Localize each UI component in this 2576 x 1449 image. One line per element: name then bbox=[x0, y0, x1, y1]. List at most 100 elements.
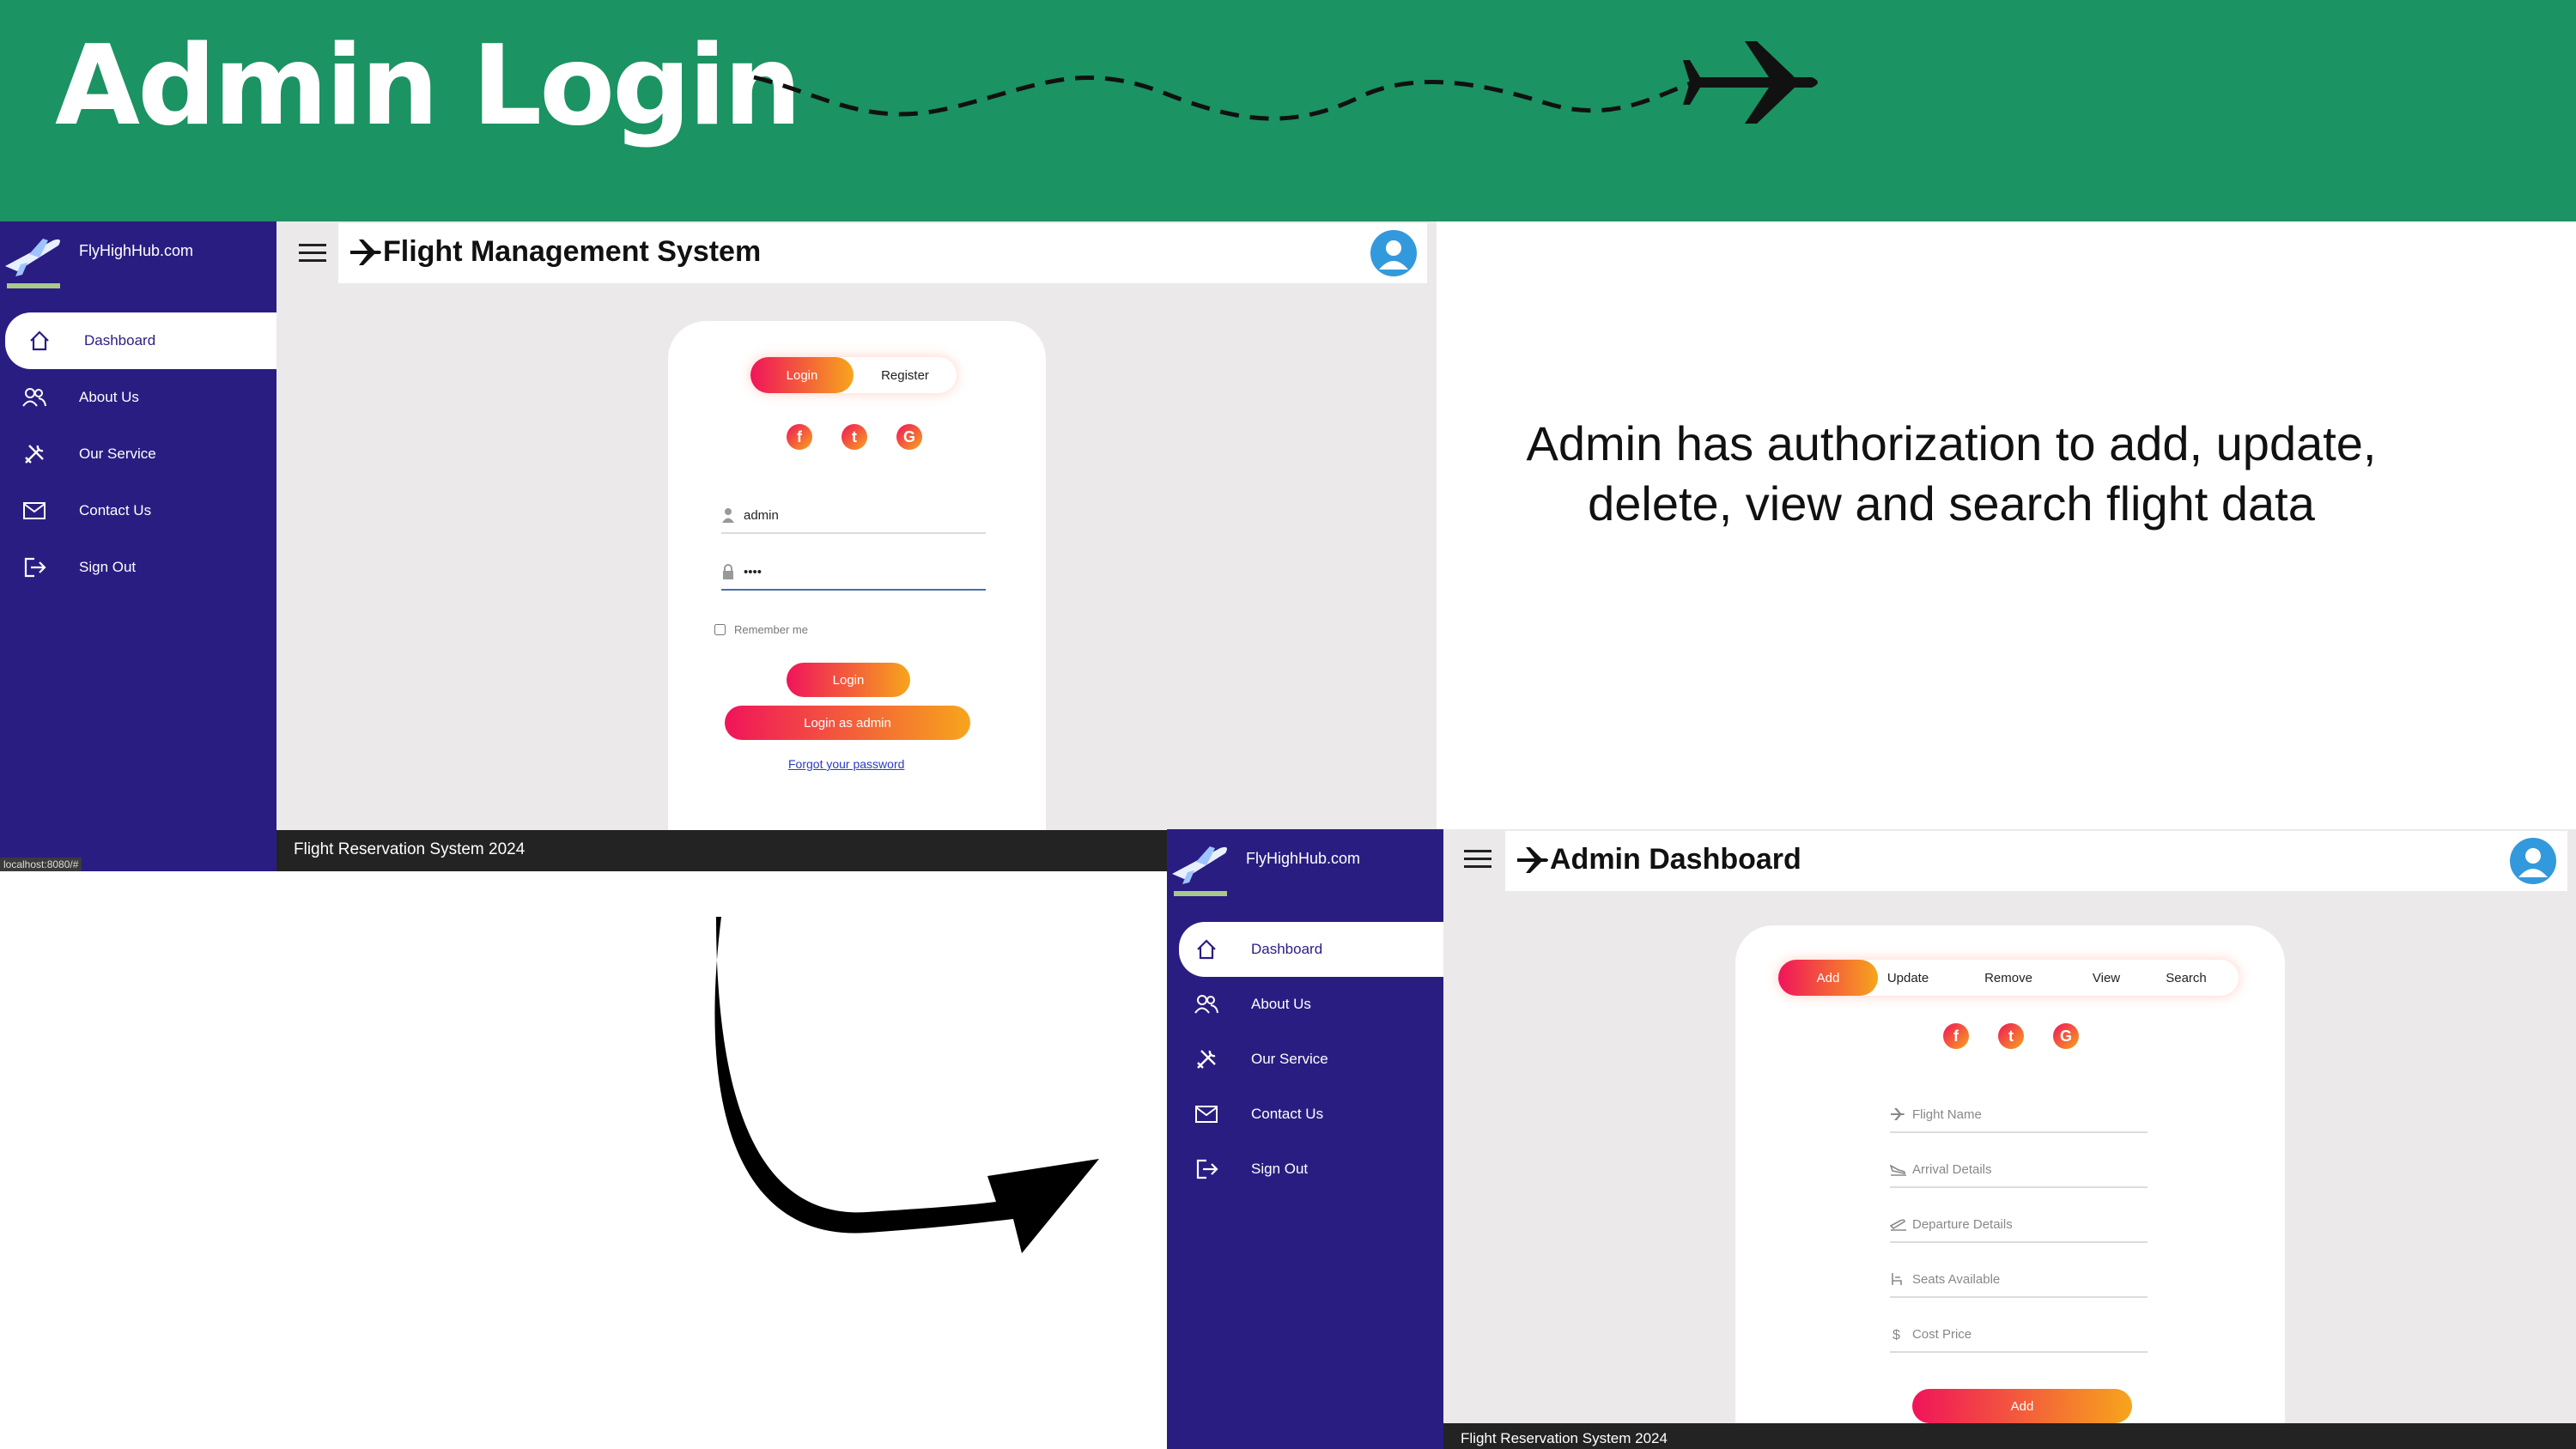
sidebar-item-label: Our Service bbox=[1251, 1051, 1328, 1067]
sidebar-item-label: Contact Us bbox=[1251, 1106, 1324, 1122]
cost-price-input[interactable] bbox=[1910, 1325, 2148, 1343]
username-input[interactable] bbox=[742, 506, 986, 524]
sidebar-item-label: Our Service bbox=[79, 446, 156, 462]
brand-name[interactable]: FlyHighHub.com bbox=[79, 242, 193, 260]
sidebar-item-about-us[interactable]: About Us bbox=[0, 369, 276, 426]
sidebar: FlyHighHub.com Dashboard About Us Our Se… bbox=[1167, 829, 1443, 1449]
brand-logo-icon bbox=[1172, 846, 1227, 896]
social-buttons: f t G bbox=[1943, 1023, 2108, 1049]
mail-icon bbox=[19, 501, 50, 520]
auth-tabs: Login Register bbox=[750, 357, 957, 393]
airplane-icon bbox=[1517, 846, 1548, 873]
mail-icon bbox=[1191, 1105, 1222, 1124]
sidebar-item-our-service[interactable]: Our Service bbox=[0, 426, 276, 482]
user-avatar-icon[interactable] bbox=[1370, 230, 1417, 276]
sidebar-nav: Dashboard About Us Our Service Contact U… bbox=[1167, 922, 1443, 1197]
arrival-details-field bbox=[1890, 1152, 2148, 1188]
svg-text:$: $ bbox=[1893, 1328, 1900, 1342]
sidebar-item-our-service[interactable]: Our Service bbox=[1167, 1032, 1443, 1087]
departure-details-input[interactable] bbox=[1911, 1216, 2148, 1233]
lock-icon bbox=[721, 564, 738, 579]
facebook-icon[interactable]: f bbox=[787, 424, 812, 450]
google-icon[interactable]: G bbox=[2053, 1023, 2079, 1049]
home-icon bbox=[24, 330, 55, 352]
brand-name[interactable]: FlyHighHub.com bbox=[1246, 850, 1360, 868]
top-bar: Flight Management System bbox=[338, 223, 1427, 283]
tab-update[interactable]: Update bbox=[1878, 960, 1938, 996]
sign-out-icon bbox=[1191, 1158, 1222, 1180]
seat-icon bbox=[1890, 1272, 1907, 1286]
sidebar-item-about-us[interactable]: About Us bbox=[1167, 977, 1443, 1032]
sidebar-item-label: Dashboard bbox=[1251, 941, 1323, 957]
tools-icon bbox=[19, 442, 50, 466]
sidebar-item-contact-us[interactable]: Contact Us bbox=[1167, 1087, 1443, 1142]
sidebar-item-sign-out[interactable]: Sign Out bbox=[1167, 1142, 1443, 1197]
plane-landing-icon bbox=[1890, 1162, 1907, 1176]
tab-login[interactable]: Login bbox=[750, 357, 854, 393]
slide-caption: Admin has authorization to add, update, … bbox=[1526, 416, 2377, 530]
users-icon bbox=[19, 387, 50, 408]
login-card: Login Register f t G Remember me Login L… bbox=[668, 321, 1046, 871]
home-icon bbox=[1191, 938, 1222, 961]
tab-search[interactable]: Search bbox=[2134, 960, 2239, 996]
google-icon[interactable]: G bbox=[896, 424, 922, 450]
app-title: Flight Management System bbox=[349, 235, 761, 269]
footer-text: Flight Reservation System 2024 bbox=[294, 840, 526, 858]
dollar-icon: $ bbox=[1890, 1326, 1907, 1342]
airplane-icon bbox=[1890, 1107, 1907, 1121]
menu-toggle-icon[interactable] bbox=[299, 244, 326, 264]
password-field bbox=[721, 555, 986, 591]
sidebar-item-dashboard[interactable]: Dashboard bbox=[1179, 922, 1443, 977]
flight-path-decoration bbox=[753, 41, 1818, 124]
user-icon bbox=[721, 507, 738, 523]
menu-toggle-icon[interactable] bbox=[1464, 850, 1492, 870]
sidebar-item-sign-out[interactable]: Sign Out bbox=[0, 539, 276, 596]
sidebar-item-dashboard[interactable]: Dashboard bbox=[5, 312, 276, 369]
add-flight-button[interactable]: Add bbox=[1912, 1389, 2132, 1423]
brand-logo-icon bbox=[5, 239, 60, 288]
sign-out-icon bbox=[19, 556, 50, 579]
admin-dashboard-screenshot: FlyHighHub.com Dashboard About Us Our Se… bbox=[1167, 829, 2576, 1449]
sidebar-item-contact-us[interactable]: Contact Us bbox=[0, 482, 276, 539]
forgot-password-link[interactable]: Forgot your password bbox=[788, 757, 904, 771]
remember-me[interactable]: Remember me bbox=[714, 623, 808, 636]
login-button[interactable]: Login bbox=[787, 663, 910, 697]
user-avatar-icon[interactable] bbox=[2510, 838, 2556, 884]
login-screenshot: FlyHighHub.com Dashboard About Us Our Se… bbox=[0, 221, 1437, 871]
tab-view[interactable]: View bbox=[2079, 960, 2134, 996]
users-icon bbox=[1191, 994, 1222, 1015]
sidebar-item-label: Sign Out bbox=[1251, 1161, 1309, 1177]
social-buttons: f t G bbox=[787, 424, 951, 450]
facebook-icon[interactable]: f bbox=[1943, 1023, 1969, 1049]
sidebar-item-label: Contact Us bbox=[79, 502, 152, 518]
airplane-icon bbox=[350, 239, 381, 265]
cost-price-field: $ bbox=[1890, 1317, 2148, 1353]
remember-checkbox[interactable] bbox=[714, 624, 726, 635]
top-bar: Admin Dashboard bbox=[1505, 831, 2567, 891]
footer-text: Flight Reservation System 2024 bbox=[1461, 1430, 1668, 1446]
twitter-icon[interactable]: t bbox=[841, 424, 867, 450]
password-input[interactable] bbox=[742, 563, 986, 580]
remember-label: Remember me bbox=[734, 623, 808, 636]
username-field bbox=[721, 498, 986, 534]
flight-name-field bbox=[1890, 1097, 2148, 1133]
flight-name-input[interactable] bbox=[1910, 1106, 2148, 1123]
footer: Flight Reservation System 2024 bbox=[1443, 1423, 2576, 1449]
departure-details-field bbox=[1890, 1207, 2148, 1243]
seats-available-input[interactable] bbox=[1910, 1270, 2148, 1288]
tab-remove[interactable]: Remove bbox=[1938, 960, 2079, 996]
tab-add[interactable]: Add bbox=[1778, 960, 1878, 996]
seats-available-field bbox=[1890, 1262, 2148, 1298]
tab-register[interactable]: Register bbox=[854, 357, 957, 393]
tools-icon bbox=[1191, 1047, 1222, 1071]
airplane-icon bbox=[1683, 41, 1818, 124]
sidebar-item-label: Dashboard bbox=[84, 332, 156, 349]
brand: FlyHighHub.com bbox=[0, 221, 276, 299]
sidebar-item-label: Sign Out bbox=[79, 559, 137, 575]
twitter-icon[interactable]: t bbox=[1998, 1023, 2024, 1049]
admin-tabs: Add Update Remove View Search bbox=[1778, 960, 2239, 996]
admin-card: Add Update Remove View Search f t G Flig… bbox=[1735, 925, 2285, 1449]
login-as-admin-button[interactable]: Login as admin bbox=[725, 706, 970, 740]
arrival-details-input[interactable] bbox=[1911, 1161, 2148, 1178]
sidebar-item-label: About Us bbox=[1251, 996, 1311, 1012]
